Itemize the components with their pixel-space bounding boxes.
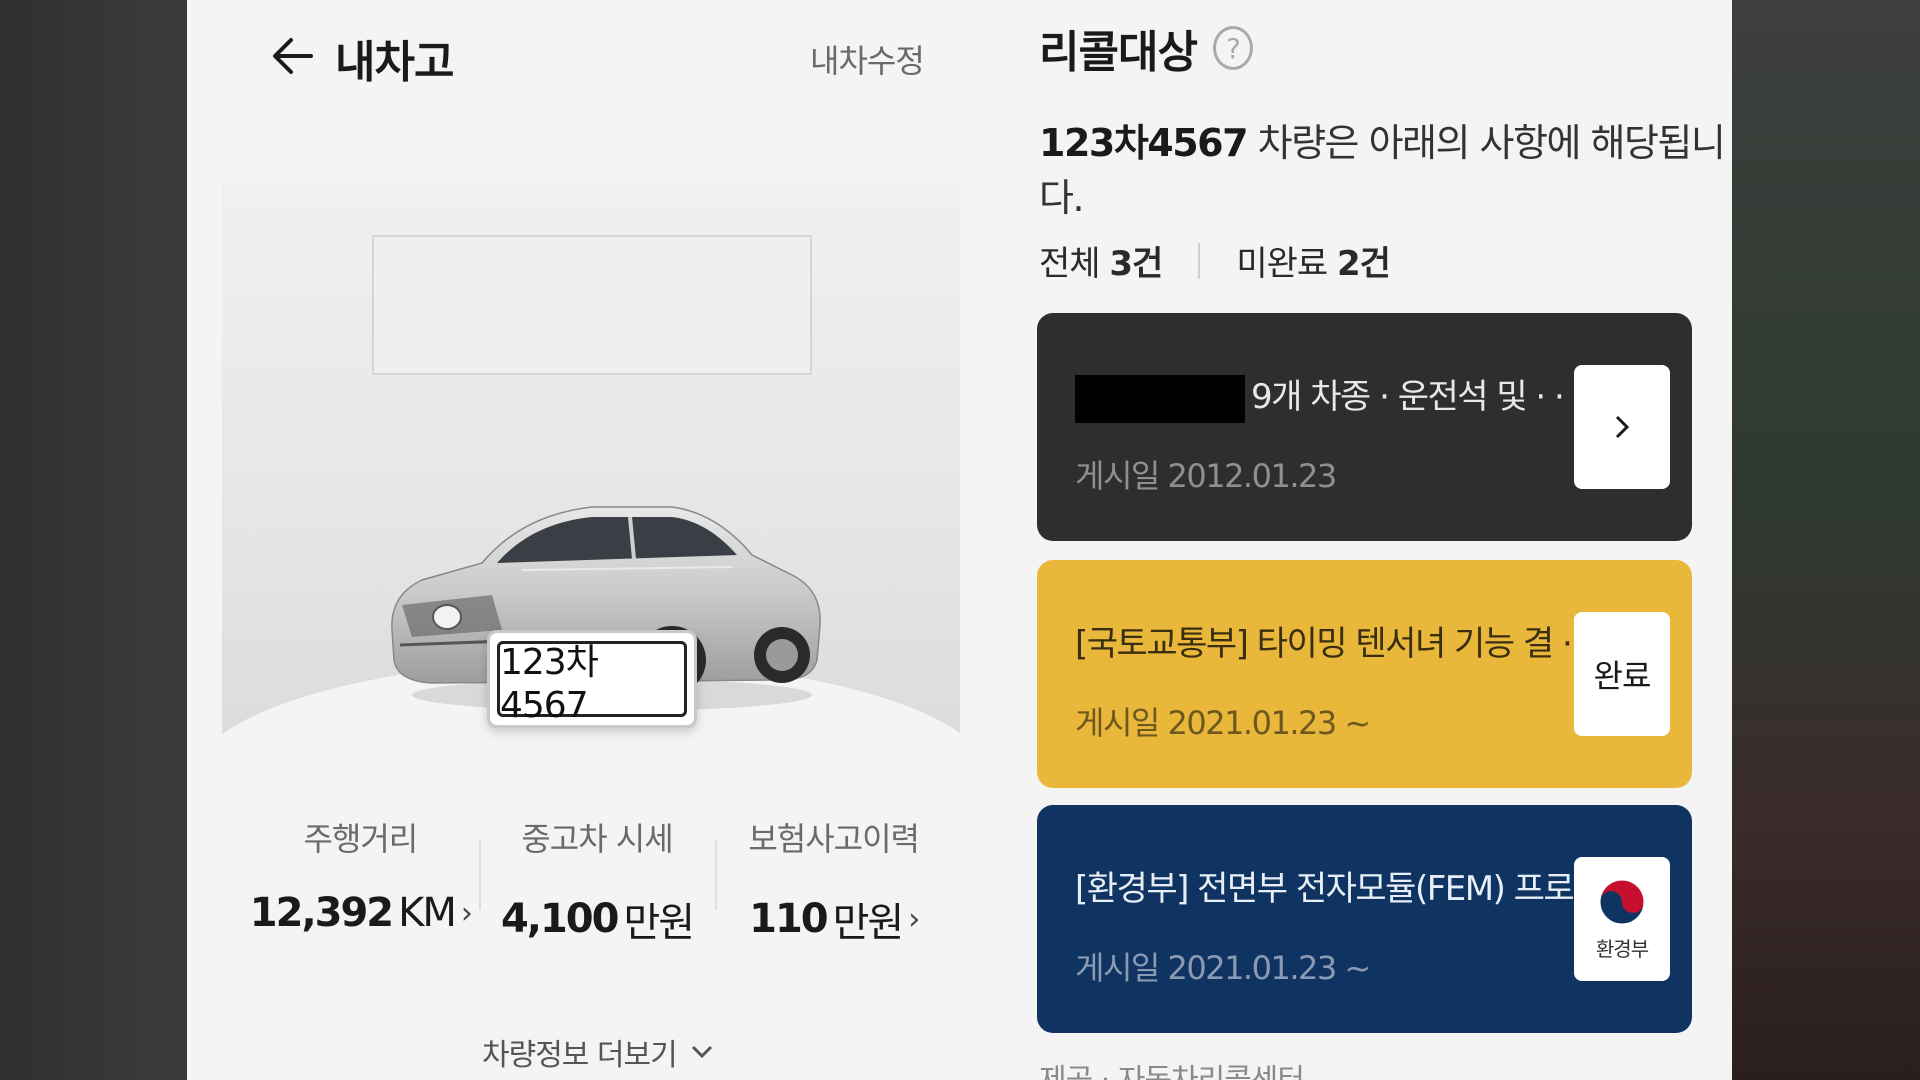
data-provider: 제공 · 자동차리콜센터 <box>1039 1055 1305 1080</box>
recall-detail-button[interactable] <box>1574 365 1670 489</box>
recall-card-date: 게시일 2021.01.23 ~ <box>1075 704 1371 742</box>
ministry-label: 환경부 <box>1595 936 1649 961</box>
page-title: 내차고 <box>335 37 454 88</box>
divider <box>1198 242 1201 279</box>
stat-label: 주행거리 <box>303 820 418 858</box>
stat-number: 4,100 <box>500 896 620 942</box>
recall-card-title: [국토교통부] 타이밍 텐서녀 기능 결 · · · <box>1075 624 1610 664</box>
vehicle-stats: 주행거리 12,392 KM › 중고차 시세 4,100 만원 보험사고이력 11… <box>242 810 952 950</box>
recall-plate: 123차4567 <box>1039 121 1249 165</box>
stat-value: 4,100 만원 <box>500 890 695 948</box>
help-icon[interactable]: ? <box>1212 26 1253 70</box>
recall-card[interactable]: [국토교통부] 타이밍 텐서녀 기능 결 · · · 게시일 2021.01.2… <box>1037 560 1692 788</box>
more-info-label: 차량정보 더보기 <box>482 1038 678 1073</box>
license-plate-number: 123차4567 <box>497 641 687 726</box>
background-right <box>1732 0 1920 1080</box>
stat-label: 중고차 시세 <box>521 820 673 858</box>
complete-label: 완료 <box>1593 657 1652 695</box>
recall-card-title: [환경부] 전면부 전자모듈(FEM) 프로 · · · <box>1075 869 1631 909</box>
stat-number: 110 <box>749 896 828 942</box>
pending-count[interactable]: 미완료 2건 <box>1236 236 1391 285</box>
photo-frame <box>372 235 812 375</box>
stat-unit: 만원 <box>623 900 695 946</box>
recall-counts: 전체 3건 미완료 2건 <box>1039 236 1391 285</box>
back-button[interactable] <box>267 30 319 82</box>
recall-complete-button[interactable]: 완료 <box>1574 612 1670 736</box>
chevron-right-icon <box>1615 415 1630 439</box>
license-plate: 123차4567 <box>487 630 697 728</box>
redaction-box <box>1075 374 1245 423</box>
arrow-left-icon <box>273 38 313 74</box>
pending-label: 미완료 <box>1236 244 1328 284</box>
stat-unit: 만원 <box>832 900 905 946</box>
stat-value: 110 만원 › <box>749 890 920 948</box>
stat-mileage[interactable]: 주행거리 12,392 KM › <box>242 810 479 950</box>
top-bar: 내차고 내차수정 <box>187 0 967 120</box>
recall-card[interactable]: 9개 차종 · 운전석 및 · · · 게시일 2012.01.23 <box>1037 313 1692 541</box>
stat-unit: KM <box>398 890 457 936</box>
chevron-right-icon: › <box>908 901 920 937</box>
app-screen: 내차고 내차수정 123차4567 주행거리 12,392 KM › 중고차 시… <box>187 0 1732 1080</box>
korea-emblem-icon <box>1599 879 1645 924</box>
recall-card-date: 게시일 2012.01.23 <box>1075 457 1337 495</box>
recall-card-title: 9개 차종 · 운전석 및 · · · <box>1075 369 1583 423</box>
chevron-right-icon: › <box>460 895 473 931</box>
ministry-button[interactable]: 환경부 <box>1574 857 1670 981</box>
total-number: 3건 <box>1109 244 1163 284</box>
total-count[interactable]: 전체 3건 <box>1039 236 1163 285</box>
recall-heading: 리콜대상 ? <box>1039 16 1253 80</box>
recall-title: 리콜대상 <box>1039 27 1198 78</box>
chevron-down-icon <box>691 1045 712 1059</box>
edit-car-link[interactable]: 내차수정 <box>810 36 925 82</box>
recall-card-title-text: 9개 차종 · 운전석 및 · · · <box>1251 377 1583 417</box>
pending-number: 2건 <box>1336 244 1391 284</box>
recall-card-date: 게시일 2021.01.23 ~ <box>1075 949 1371 987</box>
recall-card[interactable]: [환경부] 전면부 전자모듈(FEM) 프로 · · · 게시일 2021.01… <box>1037 805 1692 1033</box>
stat-market-price[interactable]: 중고차 시세 4,100 만원 <box>478 810 716 950</box>
total-label: 전체 <box>1039 244 1101 284</box>
stat-value: 12,392 KM › <box>249 890 473 936</box>
stat-insurance-history[interactable]: 보험사고이력 110 만원 › <box>715 810 952 950</box>
stat-label: 보험사고이력 <box>748 820 920 858</box>
more-vehicle-info-button[interactable]: 차량정보 더보기 <box>482 1030 713 1074</box>
recall-description: 123차4567 차량은 아래의 사항에 해당됩니다. <box>1039 112 1732 222</box>
stat-number: 12,392 <box>249 890 394 936</box>
